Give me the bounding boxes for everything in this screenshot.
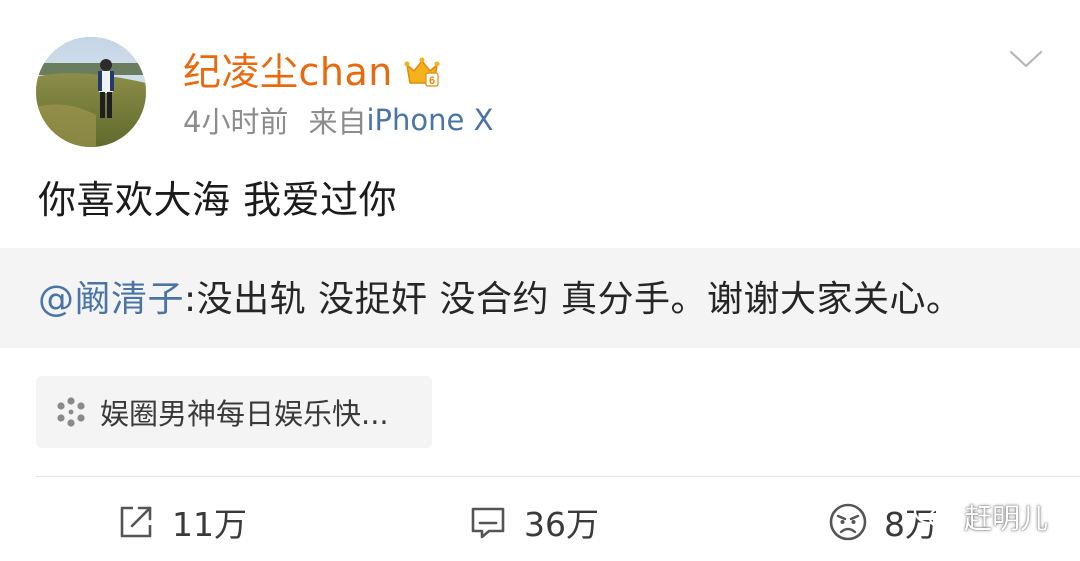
- chevron-down-icon[interactable]: [1008, 44, 1044, 72]
- repost-content: @阚清子:没出轨 没捉奸 没合约 真分手。谢谢大家关心。: [38, 278, 962, 321]
- comment-button[interactable]: 36万: [468, 490, 599, 554]
- share-icon: [116, 502, 156, 542]
- vip-crown-icon[interactable]: 6: [403, 53, 441, 91]
- comment-count: 36万: [524, 505, 599, 544]
- username[interactable]: 纪凌尘chan: [183, 53, 393, 91]
- wechat-icon: [912, 496, 958, 539]
- topic-dots-icon: [54, 395, 88, 429]
- avatar-photo: [36, 37, 146, 147]
- repost-button[interactable]: 11万: [116, 490, 247, 554]
- comment-icon: [468, 502, 508, 542]
- username-row: 纪凌尘chan 6: [183, 44, 441, 100]
- avatar[interactable]: [36, 37, 146, 147]
- post-meta: 4小时前 来自 iPhone X: [183, 100, 493, 140]
- watermark-text: 赶明儿: [964, 502, 1049, 535]
- repost-text: :没出轨 没捉奸 没合约 真分手。谢谢大家关心。: [184, 279, 963, 320]
- topic-label: 娱圈男神每日娱乐快...: [100, 397, 389, 431]
- source-prefix: 来自: [308, 105, 367, 139]
- topic-card[interactable]: 娱圈男神每日娱乐快...: [36, 376, 432, 448]
- repost-count: 11万: [172, 505, 247, 544]
- angry-face-icon: [828, 502, 868, 542]
- svg-text:6: 6: [429, 75, 435, 87]
- source-device[interactable]: iPhone X: [366, 103, 493, 137]
- watermark: 赶明儿: [912, 497, 1048, 537]
- mention-link[interactable]: @阚清子: [38, 279, 184, 320]
- divider: [36, 476, 1080, 477]
- post-time: 4小时前: [183, 105, 289, 139]
- post-text: 你喜欢大海 我爱过你: [38, 178, 398, 222]
